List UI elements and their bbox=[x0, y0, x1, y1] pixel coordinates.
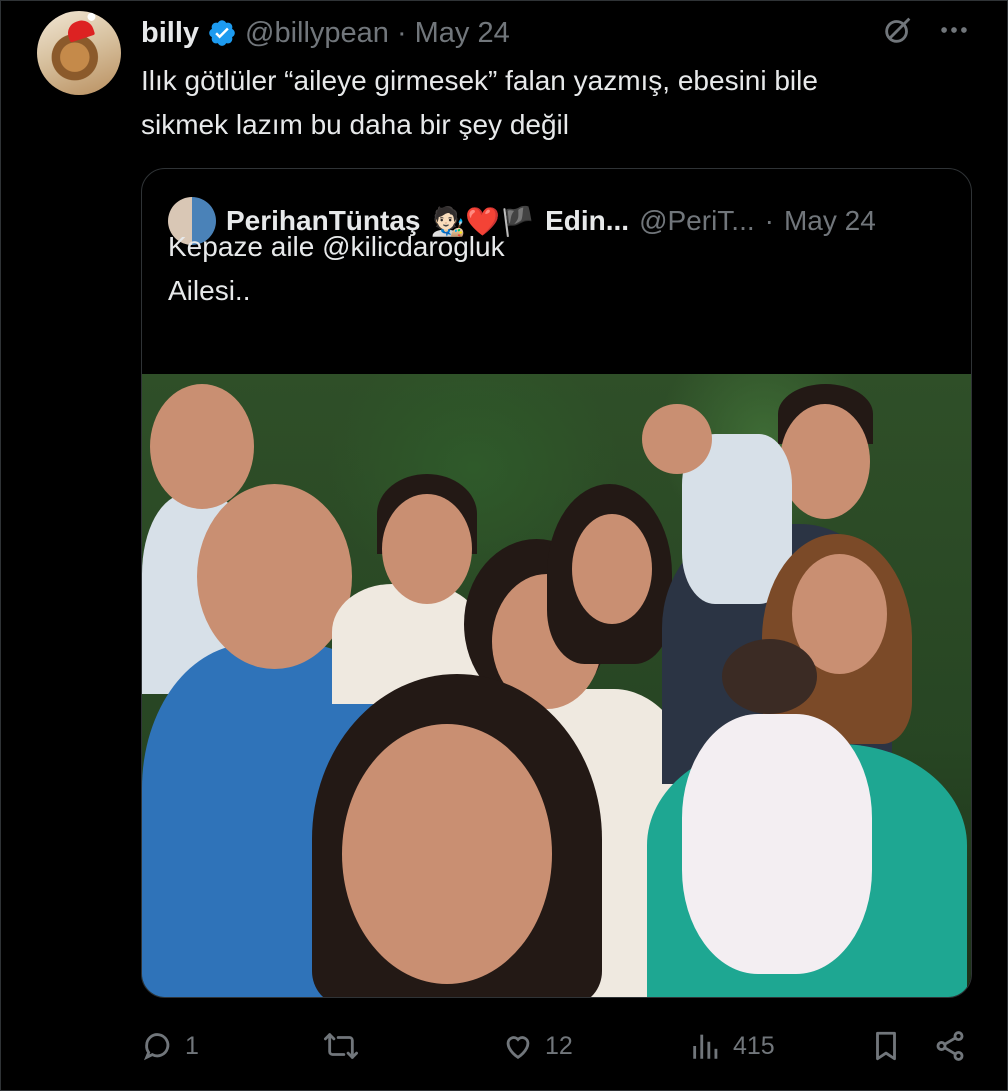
share-icon bbox=[933, 1029, 967, 1063]
share-action[interactable] bbox=[933, 1023, 967, 1069]
tweet-header: billy @billypean · May 24 bbox=[141, 13, 510, 53]
retweet-icon bbox=[321, 1029, 361, 1063]
tweet-actions: 1 12 415 bbox=[141, 1023, 971, 1069]
views-icon bbox=[689, 1029, 723, 1063]
like-action[interactable]: 12 bbox=[501, 1023, 573, 1069]
bookmark-icon bbox=[869, 1029, 903, 1063]
grok-icon[interactable] bbox=[881, 13, 915, 47]
reply-count: 1 bbox=[185, 1031, 199, 1060]
views-action[interactable]: 415 bbox=[689, 1023, 775, 1069]
tweet-text: Ilık götlüler “aileye girmesek” falan ya… bbox=[141, 65, 818, 140]
like-icon bbox=[501, 1029, 535, 1063]
reply-icon bbox=[141, 1029, 175, 1063]
display-name[interactable]: billy bbox=[141, 17, 199, 50]
header-actions bbox=[881, 13, 971, 47]
reply-action[interactable]: 1 bbox=[141, 1023, 199, 1069]
tweet-container: billy @billypean · May 24 Ilık götlüler bbox=[0, 0, 1008, 1091]
like-count: 12 bbox=[545, 1031, 573, 1060]
family-selfie-photo[interactable] bbox=[142, 374, 971, 997]
retweet-action[interactable] bbox=[321, 1023, 371, 1069]
verified-badge-icon bbox=[207, 18, 237, 48]
santa-hat-icon bbox=[64, 17, 96, 43]
avatar[interactable] bbox=[37, 11, 121, 95]
handle[interactable]: @billypean bbox=[245, 17, 389, 50]
separator: · bbox=[396, 16, 407, 49]
quote-text: Kepaze aile @kilicdarogluk Ailesi.. bbox=[168, 231, 505, 306]
tweet-date[interactable]: May 24 bbox=[415, 17, 510, 50]
views-count: 415 bbox=[733, 1031, 775, 1060]
more-icon[interactable] bbox=[937, 13, 971, 47]
quoted-tweet[interactable]: PerihanTüntaş 🧑🏻‍🎨❤️🏴 Edin... @PeriT... … bbox=[141, 168, 972, 998]
bookmark-action[interactable] bbox=[869, 1023, 903, 1069]
